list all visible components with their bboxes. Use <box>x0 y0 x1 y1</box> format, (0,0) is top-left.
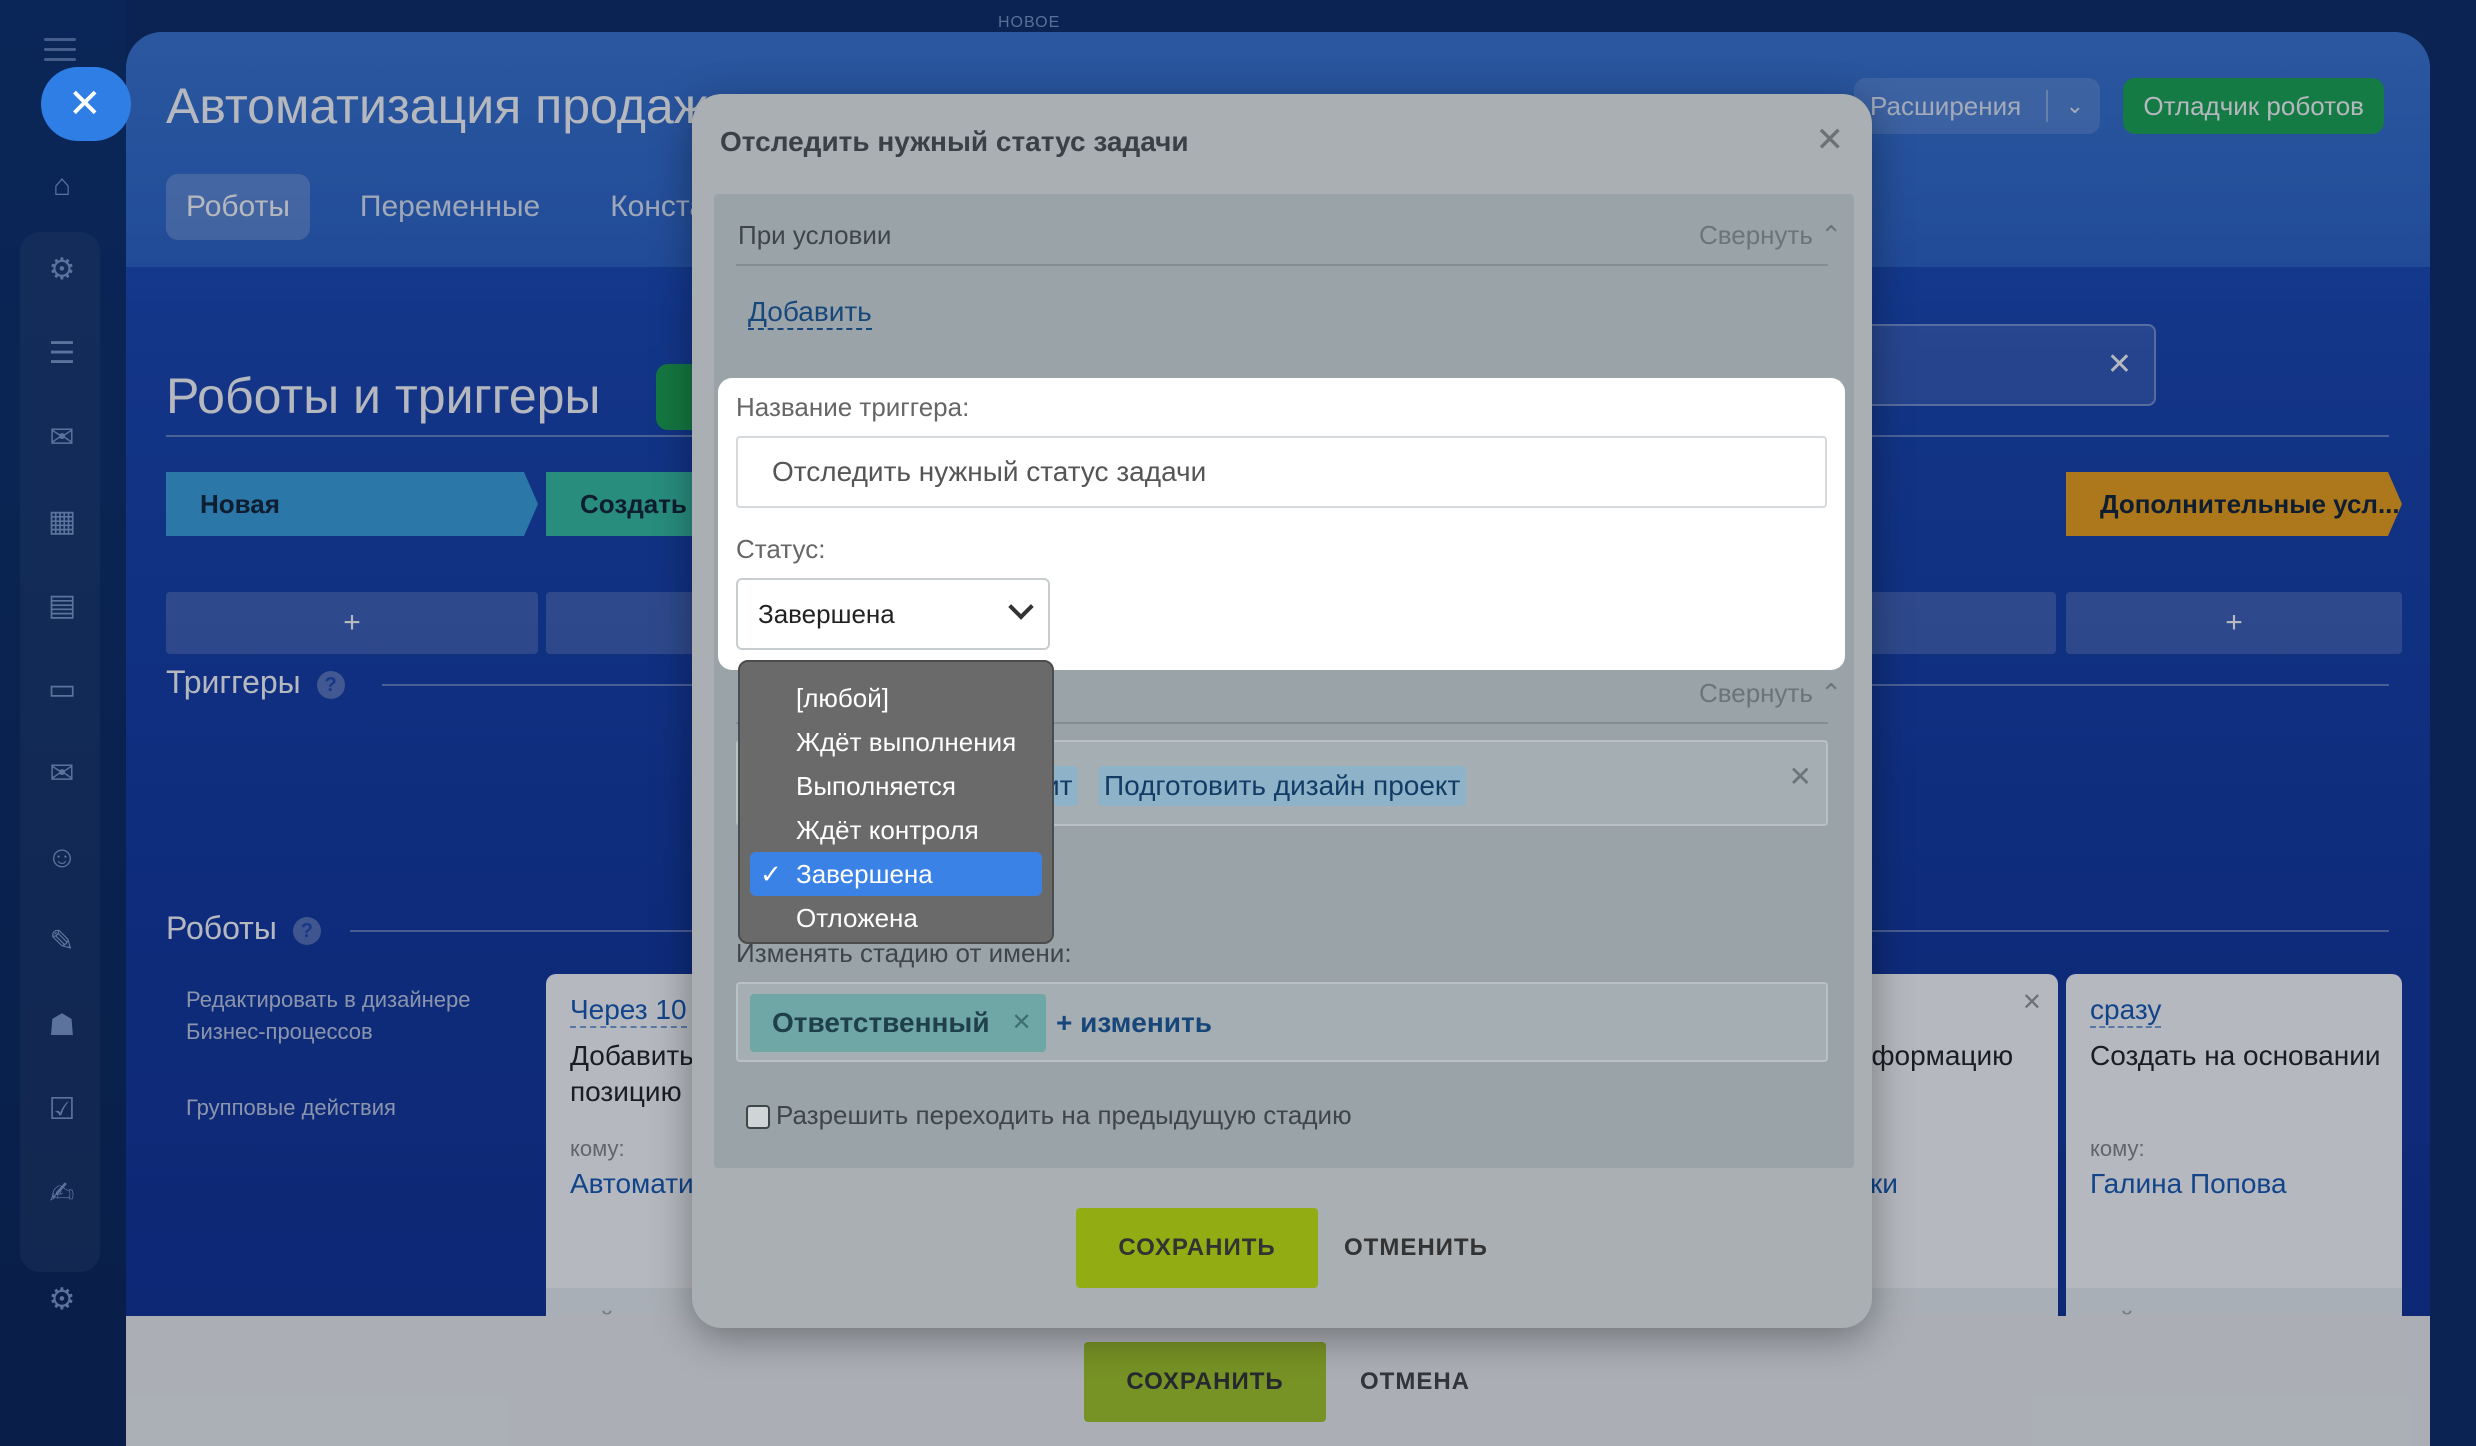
checkbox[interactable] <box>746 1105 770 1130</box>
trigger-form: Название триггера: Отследить нужный стат… <box>718 378 1845 670</box>
trigger-name-label: Название триггера: <box>736 392 970 422</box>
task-tag[interactable]: Подготовить дизайн проект <box>1098 766 1467 806</box>
status-option[interactable]: [любой] <box>750 676 1042 720</box>
status-select[interactable]: Завершена <box>736 578 1050 650</box>
status-option-selected[interactable]: ✓ Завершена <box>750 852 1042 896</box>
status-option[interactable]: Ждёт контроля <box>750 808 1042 852</box>
status-option[interactable]: Отложена <box>750 896 1042 940</box>
trigger-name-input[interactable]: Отследить нужный статус задачи <box>736 436 1827 508</box>
chevron-up-icon: ⌃ <box>1820 220 1842 250</box>
dialog-cancel-button[interactable]: ОТМЕНИТЬ <box>1344 1208 1488 1288</box>
dialog-title: Отследить нужный статус задачи <box>720 126 1189 157</box>
status-option[interactable]: Ждёт выполнения <box>750 720 1042 764</box>
condition-label: При условии <box>738 220 892 250</box>
status-option[interactable]: Выполняется <box>750 764 1042 808</box>
check-icon: ✓ <box>760 859 782 889</box>
chevron-down-icon <box>1008 594 1034 620</box>
status-dropdown: [любой] Ждёт выполнения Выполняется Ждёт… <box>738 660 1054 944</box>
responsible-tag[interactable]: Ответственный ✕ <box>750 994 1046 1052</box>
divider <box>736 264 1828 266</box>
clear-icon[interactable]: ✕ <box>1789 760 1812 793</box>
status-label: Статус: <box>736 534 826 564</box>
close-slider-icon[interactable]: ✕ <box>41 67 131 141</box>
dialog-save-button[interactable]: СОХРАНИТЬ <box>1076 1208 1318 1288</box>
chevron-up-icon: ⌃ <box>1820 678 1842 708</box>
collapse-button[interactable]: Свернуть ⌃ <box>1699 678 1842 709</box>
remove-icon[interactable]: ✕ <box>1011 994 1031 1052</box>
responsible-box: Ответственный ✕ + изменить <box>736 982 1828 1062</box>
change-responsible-link[interactable]: + изменить <box>1056 994 1212 1052</box>
close-icon[interactable]: ✕ <box>1816 120 1845 160</box>
allow-prev-stage[interactable]: Разрешить переходить на предыдущую стади… <box>746 1100 1352 1131</box>
collapse-button[interactable]: Свернуть ⌃ <box>1699 220 1842 251</box>
add-condition-link[interactable]: Добавить <box>748 296 872 330</box>
